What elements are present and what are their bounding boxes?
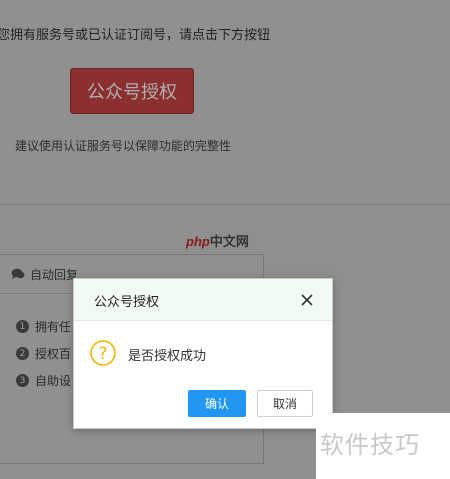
step-number: 2 <box>16 347 29 360</box>
confirm-button[interactable]: 确认 <box>188 390 246 417</box>
confirm-dialog: 公众号授权 ? 是否授权成功 确认 取消 <box>73 278 333 429</box>
chat-icon <box>11 268 25 279</box>
authorize-button[interactable]: 公众号授权 <box>70 68 194 114</box>
step-number: 3 <box>16 374 29 387</box>
step-number: 1 <box>16 320 29 333</box>
panel-title: 自动回复 <box>30 267 79 282</box>
brand-watermark: 软件技巧 <box>320 431 420 459</box>
step-label: 授权百 <box>35 347 72 361</box>
suggestion-text: 建议使用认证服务号以保障功能的完整性 <box>15 139 232 153</box>
watermark-php: php <box>186 234 210 249</box>
svg-text:?: ? <box>98 344 107 364</box>
dialog-message: 是否授权成功 <box>128 349 207 364</box>
watermark-cn: 中文网 <box>209 234 249 249</box>
site-watermark: php中文网 <box>186 231 249 250</box>
step-item: 3 自助设 <box>16 372 71 389</box>
cancel-button[interactable]: 取消 <box>257 390 313 417</box>
divider <box>0 204 450 205</box>
close-icon[interactable] <box>300 293 314 307</box>
step-label: 拥有任 <box>35 320 72 334</box>
step-label: 自助设 <box>35 374 72 388</box>
dialog-header: 公众号授权 <box>74 279 332 321</box>
dialog-title: 公众号授权 <box>94 295 160 310</box>
step-item: 2 授权百 <box>16 345 71 362</box>
question-icon: ? <box>90 340 116 366</box>
instruction-text: 您拥有服务号或已认证订阅号，请点击下方按钮 <box>0 28 271 43</box>
step-item: 1 拥有任 <box>16 318 71 335</box>
